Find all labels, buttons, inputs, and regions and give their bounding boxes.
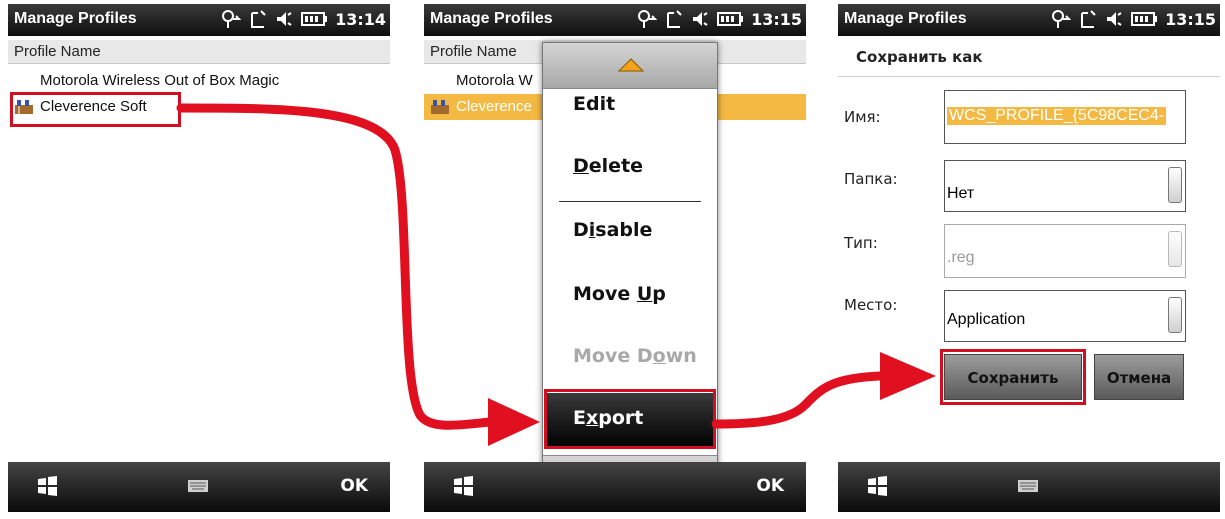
title-bar: Manage Profiles 13:14 bbox=[8, 4, 390, 36]
menu-item-move-down-accel: o bbox=[652, 345, 666, 367]
bottom-bar: OK bbox=[8, 462, 390, 512]
menu-item-edit[interactable]: Edit bbox=[573, 93, 615, 115]
list-item[interactable]: Motorola Wireless Out of Box Magic bbox=[8, 68, 390, 94]
name-field-value: WCS_PROFILE_{5C98CEC4- bbox=[947, 107, 1167, 125]
menu-item-move-up-accel: U bbox=[636, 283, 653, 305]
start-icon[interactable] bbox=[866, 476, 888, 496]
type-value: .reg bbox=[947, 249, 975, 266]
screen-save-as: Manage Profiles 13:15 Сохранить как Имя:… bbox=[838, 4, 1220, 512]
app-title: Manage Profiles bbox=[844, 10, 967, 27]
name-label: Имя: bbox=[844, 108, 881, 126]
clock: 13:15 bbox=[751, 9, 802, 29]
start-icon[interactable] bbox=[36, 476, 58, 496]
folder-label: Папка: bbox=[844, 170, 898, 188]
type-dropdown: .reg bbox=[944, 224, 1186, 278]
status-icons: 13:14 bbox=[219, 9, 386, 29]
profile-name: Motorola W bbox=[456, 72, 533, 89]
scroll-up-button[interactable] bbox=[543, 43, 717, 89]
up-arrow-icon bbox=[617, 58, 645, 72]
location-label: Место: bbox=[844, 296, 898, 314]
battery-icon bbox=[717, 12, 744, 26]
title-bar: Manage Profiles 13:15 bbox=[838, 4, 1220, 36]
connectivity-icon bbox=[222, 10, 242, 28]
cancel-button[interactable]: Отмена bbox=[1094, 354, 1184, 400]
status-icons: 13:15 bbox=[635, 9, 802, 29]
location-value: Application bbox=[947, 311, 1026, 328]
ok-button[interactable]: OK bbox=[340, 476, 368, 496]
battery-icon bbox=[301, 12, 328, 26]
screen-manage-profiles-list: Manage Profiles 13:14 Profile Name Motor… bbox=[8, 4, 390, 512]
profile-name: Motorola Wireless Out of Box Magic bbox=[40, 72, 280, 89]
speaker-icon bbox=[693, 12, 708, 26]
clock: 13:14 bbox=[335, 9, 386, 29]
screen-context-menu: Manage Profiles 13:15 Profile Name Motor… bbox=[424, 4, 806, 512]
menu-item-disable-accel: i bbox=[588, 219, 596, 241]
menu-item-move-up[interactable]: Move Up bbox=[573, 283, 666, 305]
app-title: Manage Profiles bbox=[430, 10, 553, 27]
menu-separator bbox=[559, 201, 701, 202]
menu-item-delete-accel: D bbox=[573, 155, 589, 177]
title-bar: Manage Profiles 13:15 bbox=[424, 4, 806, 36]
connectivity-icon bbox=[1052, 10, 1072, 28]
dropdown-icon bbox=[1168, 167, 1182, 203]
clock: 13:15 bbox=[1165, 9, 1216, 29]
speaker-icon bbox=[1107, 12, 1122, 26]
antenna-icon bbox=[251, 10, 266, 28]
keyboard-icon[interactable] bbox=[1018, 480, 1038, 492]
name-field[interactable]: WCS_PROFILE_{5C98CEC4- bbox=[944, 90, 1186, 144]
menu-item-delete[interactable]: Delete bbox=[573, 155, 643, 177]
highlight-box bbox=[10, 92, 181, 127]
profile-name: Cleverence bbox=[456, 98, 532, 115]
status-icons: 13:15 bbox=[1049, 9, 1216, 29]
connectivity-icon bbox=[638, 10, 658, 28]
start-icon[interactable] bbox=[452, 476, 474, 496]
keyboard-icon[interactable] bbox=[188, 480, 208, 492]
location-dropdown[interactable]: Application bbox=[944, 290, 1186, 342]
profile-icon bbox=[431, 100, 449, 114]
folder-value: Нет bbox=[947, 185, 975, 202]
app-title: Manage Profiles bbox=[14, 10, 137, 27]
dialog-title: Сохранить как bbox=[856, 48, 983, 66]
folder-dropdown[interactable]: Нет bbox=[944, 160, 1186, 212]
menu-item-disable[interactable]: Disable bbox=[573, 219, 652, 241]
speaker-icon bbox=[277, 12, 292, 26]
antenna-icon bbox=[1081, 10, 1096, 28]
bottom-bar: OK bbox=[424, 462, 806, 512]
battery-icon bbox=[1131, 12, 1158, 26]
type-label: Тип: bbox=[844, 234, 878, 252]
antenna-icon bbox=[667, 10, 682, 28]
bottom-bar bbox=[838, 462, 1220, 512]
column-header-profile-name[interactable]: Profile Name bbox=[8, 40, 390, 64]
highlight-box bbox=[940, 349, 1086, 405]
highlight-box bbox=[544, 389, 716, 449]
dropdown-icon bbox=[1168, 231, 1182, 267]
dropdown-icon bbox=[1168, 297, 1182, 333]
ok-button[interactable]: OK bbox=[756, 476, 784, 496]
menu-item-move-down: Move Down bbox=[573, 345, 697, 367]
divider bbox=[838, 76, 1220, 77]
